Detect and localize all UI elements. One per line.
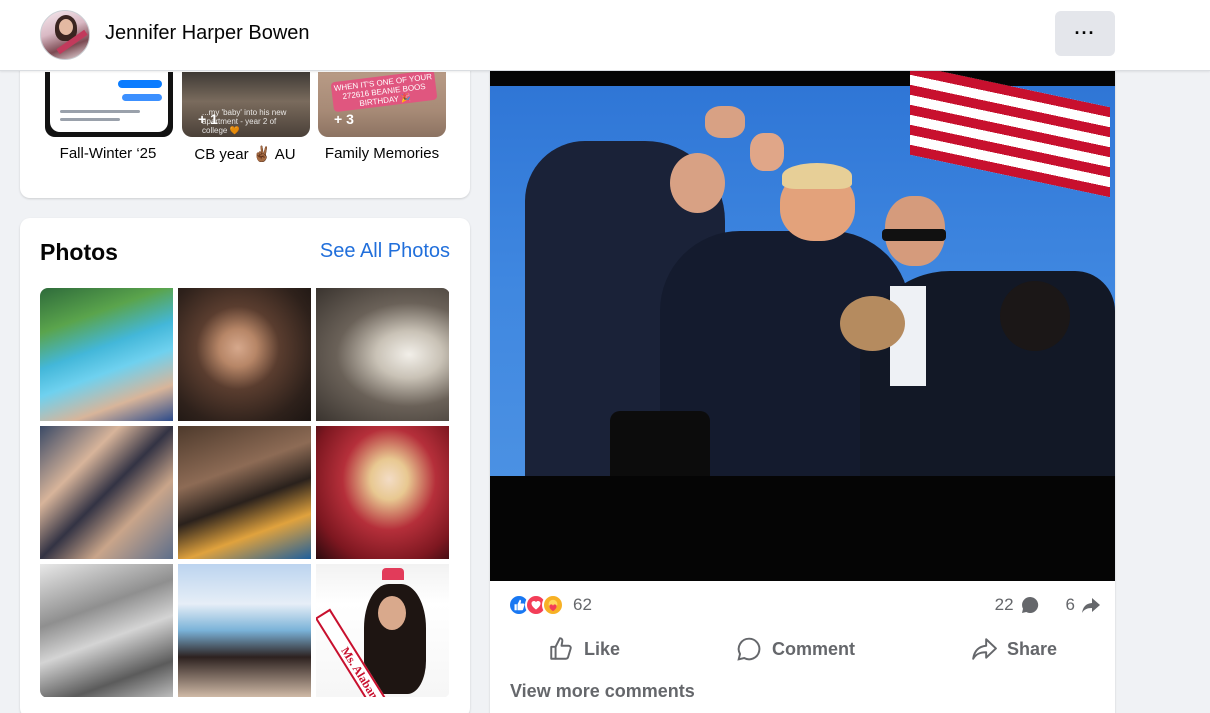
share-count-icon bbox=[1082, 598, 1100, 613]
avatar-face bbox=[59, 19, 73, 35]
highlight-label[interactable]: CB year ✌🏾 AU bbox=[170, 145, 320, 163]
highlight-phone-screenshot bbox=[50, 72, 168, 132]
image-raised-hand bbox=[705, 106, 745, 138]
post-image[interactable] bbox=[490, 71, 1115, 581]
image-figure-head bbox=[840, 296, 905, 351]
more-options-button[interactable]: ··· bbox=[1055, 11, 1115, 56]
reaction-count: 62 bbox=[573, 595, 592, 614]
thumbs-up-icon bbox=[550, 637, 572, 660]
comment-count-icon bbox=[1021, 596, 1038, 613]
photo-subject-face bbox=[378, 596, 406, 630]
image-figure-hair bbox=[782, 163, 852, 189]
view-more-comments-link[interactable]: View more comments bbox=[510, 681, 695, 702]
share-count[interactable]: 6 bbox=[1066, 595, 1075, 615]
photo-thumbnail[interactable] bbox=[316, 288, 449, 421]
profile-name[interactable]: Jennifer Harper Bowen bbox=[105, 22, 310, 45]
photo-thumbnail[interactable] bbox=[178, 426, 311, 559]
highlight-thumb-cb-year[interactable]: ...my 'baby' into his new apartment - ye… bbox=[182, 72, 310, 137]
reactions-summary[interactable]: 62 bbox=[508, 593, 592, 617]
highlight-thumb-fall-winter[interactable] bbox=[45, 72, 173, 137]
photos-grid: Ms. Alabama bbox=[40, 288, 450, 698]
profile-header-bar: Jennifer Harper Bowen ··· bbox=[0, 0, 1210, 71]
highlight-thumb-family-memories[interactable]: WHEN IT'S ONE OF YOUR 272616 BEANIE BOOS… bbox=[318, 72, 446, 137]
see-all-photos-link[interactable]: See All Photos bbox=[320, 240, 450, 263]
photo-thumbnail[interactable] bbox=[178, 288, 311, 421]
photo-thumbnail[interactable] bbox=[40, 426, 173, 559]
highlight-label[interactable]: Family Memories bbox=[307, 145, 457, 162]
share-icon bbox=[972, 638, 997, 660]
care-reaction-icon bbox=[542, 594, 564, 616]
message-bubble bbox=[122, 94, 162, 101]
photo-thumbnail[interactable] bbox=[40, 288, 173, 421]
feed-post: 62 22 6 Like Comment Share View more com… bbox=[490, 71, 1115, 713]
image-raised-fist bbox=[750, 133, 784, 171]
image-figure-head bbox=[1000, 281, 1070, 351]
photo-thumbnail[interactable] bbox=[316, 426, 449, 559]
comment-label: Comment bbox=[771, 638, 855, 659]
image-figure-head bbox=[670, 153, 725, 213]
highlight-more-count: + 1 bbox=[198, 111, 218, 127]
text-line bbox=[60, 110, 140, 113]
more-icon: ··· bbox=[1074, 23, 1096, 43]
comment-button[interactable]: Comment bbox=[706, 630, 885, 668]
comment-count[interactable]: 22 bbox=[995, 595, 1014, 615]
crown-icon bbox=[382, 568, 404, 580]
photo-thumbnail[interactable] bbox=[178, 564, 311, 697]
comment-icon bbox=[737, 637, 761, 661]
like-button[interactable]: Like bbox=[518, 630, 650, 668]
text-line bbox=[60, 118, 120, 121]
photo-thumbnail[interactable]: Ms. Alabama bbox=[316, 564, 449, 697]
share-label: Share bbox=[1006, 638, 1057, 659]
photo-thumbnail[interactable] bbox=[40, 564, 173, 697]
like-label: Like bbox=[583, 638, 621, 659]
share-button[interactable]: Share bbox=[941, 630, 1087, 668]
highlight-label[interactable]: Fall-Winter ‘25 bbox=[33, 145, 183, 162]
image-sunglasses bbox=[882, 229, 946, 241]
highlight-more-count: + 3 bbox=[334, 111, 354, 127]
post-stats: 22 6 bbox=[995, 593, 1101, 617]
highlight-banner: WHEN IT'S ONE OF YOUR 272616 BEANIE BOOS… bbox=[330, 72, 438, 113]
photos-title: Photos bbox=[40, 239, 118, 265]
post-action-bar: Like Comment Share bbox=[490, 626, 1115, 672]
message-bubble bbox=[118, 80, 162, 88]
image-microphones bbox=[610, 411, 710, 476]
photos-card: Photos See All Photos Ms. Alabama bbox=[20, 218, 470, 713]
profile-avatar[interactable] bbox=[40, 10, 90, 60]
